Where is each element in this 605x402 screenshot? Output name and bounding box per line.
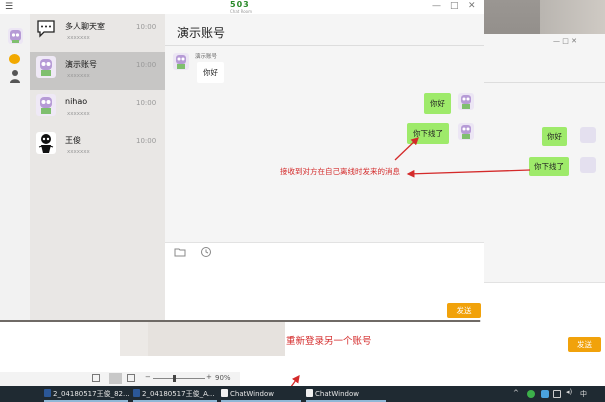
tray-chevron-icon[interactable]: ^ xyxy=(513,389,519,397)
taskbar-item-chatwindow-2[interactable]: ChatWindow xyxy=(306,389,359,398)
volume-icon[interactable]: ◂) xyxy=(566,388,572,396)
input-method-indicator[interactable]: 中 xyxy=(580,389,587,399)
taskbar-item-label: 2_04180517王俊_A... xyxy=(142,390,215,398)
taskbar-item-word-1[interactable]: 2_04180517王俊_82... xyxy=(44,389,130,399)
network-icon[interactable] xyxy=(553,390,561,398)
taskbar-item-label: 2_04180517王俊_82... xyxy=(53,390,130,398)
taskbar: 2_04180517王俊_82... 2_04180517王俊_A... Cha… xyxy=(0,386,605,402)
qq-tray-icon[interactable] xyxy=(541,390,549,398)
wechat-tray-icon[interactable] xyxy=(527,390,535,398)
annotation-arrow-from-second-window xyxy=(406,169,531,178)
taskbar-item-chatwindow-1[interactable]: ChatWindow xyxy=(221,389,274,398)
word-icon xyxy=(133,389,140,397)
taskbar-item-label: ChatWindow xyxy=(230,390,274,398)
app-window-icon xyxy=(221,389,228,397)
app-window-icon xyxy=(306,389,313,397)
taskbar-item-word-2[interactable]: 2_04180517王俊_A... xyxy=(133,389,214,399)
word-icon xyxy=(44,389,51,397)
taskbar-item-label: ChatWindow xyxy=(315,390,359,398)
annotation-relogin: 重新登录另一个账号 xyxy=(286,336,372,347)
annotation-offline-message: 接收到对方在自己离线时发来的消息 xyxy=(280,167,400,176)
annotation-arrow-to-chat xyxy=(394,137,419,161)
